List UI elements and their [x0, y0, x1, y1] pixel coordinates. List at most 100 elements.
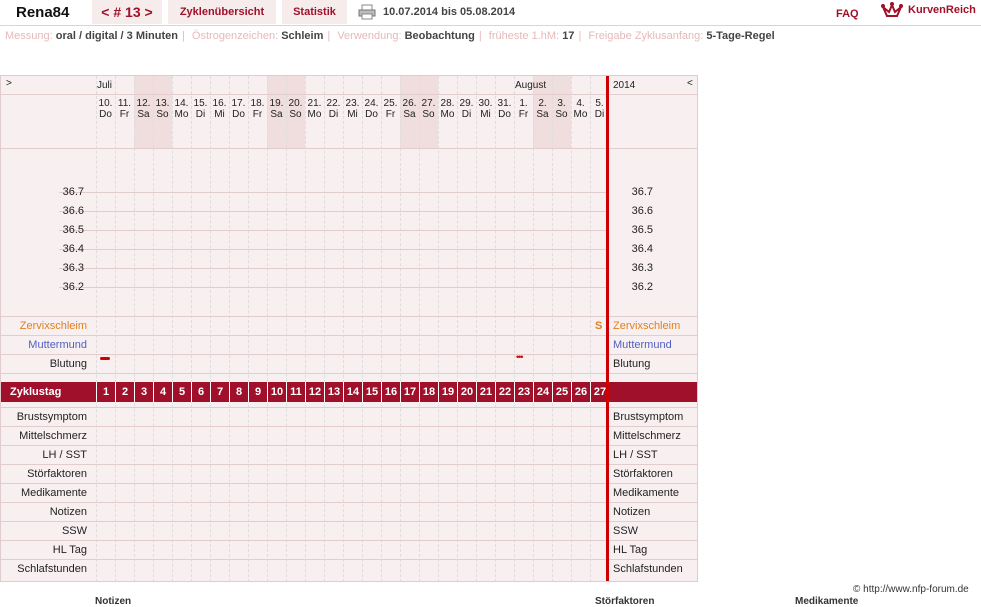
day-header[interactable]: 12. Sa — [134, 98, 153, 120]
cycle-day-cell[interactable]: 10 — [267, 382, 286, 402]
cycle-day-cell[interactable]: 19 — [438, 382, 457, 402]
cycle-day-cell[interactable]: 12 — [305, 382, 324, 402]
day-header[interactable]: 15. Di — [191, 98, 210, 120]
temperature-label: 36.2 — [62, 281, 84, 293]
day-header[interactable]: 28. Mo — [438, 98, 457, 120]
info-key: Östrogenzeichen: — [191, 30, 279, 42]
row-divider — [1, 502, 697, 503]
faq-link[interactable]: FAQ — [836, 8, 859, 20]
temperature-gridline — [59, 211, 609, 212]
cycle-day-cell[interactable]: 1 — [96, 382, 115, 402]
day-header[interactable]: 24. Do — [362, 98, 381, 120]
tab-statistics[interactable]: Statistik — [282, 0, 347, 24]
cycle-day-cell[interactable]: 14 — [343, 382, 362, 402]
day-header[interactable]: 10. Do — [96, 98, 115, 120]
cycle-day-cell[interactable]: 2 — [115, 382, 134, 402]
temperature-label-right: 36.7 — [631, 186, 653, 198]
cycle-day-cell[interactable]: 5 — [172, 382, 191, 402]
day-header[interactable]: 22. Di — [324, 98, 343, 120]
day-header[interactable]: 31. Do — [495, 98, 514, 120]
tab-cycle-overview[interactable]: Zyklenübersicht — [168, 0, 276, 24]
bleeding-marker-heavy[interactable] — [100, 357, 110, 360]
day-header[interactable]: 29. Di — [457, 98, 476, 120]
cycle-day-cell[interactable]: 22 — [495, 382, 514, 402]
chart-nav-left[interactable]: > — [6, 78, 12, 89]
cycle-day-cell[interactable]: 18 — [419, 382, 438, 402]
row-divider — [1, 540, 697, 541]
day-header[interactable]: 30. Mi — [476, 98, 495, 120]
crown-logo-icon[interactable] — [880, 2, 904, 20]
day-header[interactable]: 18. Fr — [248, 98, 267, 120]
cycle-day-cell[interactable]: 8 — [229, 382, 248, 402]
day-column — [571, 76, 590, 581]
row-label-right: Schlafstunden — [613, 563, 683, 575]
day-header[interactable]: 13. So — [153, 98, 172, 120]
info-value: oral / digital / 3 Minuten — [55, 30, 178, 42]
cycle-navigator[interactable]: < # 13 > — [92, 0, 162, 24]
cycle-day-cell[interactable]: 23 — [514, 382, 533, 402]
row-label-right: SSW — [613, 525, 639, 537]
day-header[interactable]: 14. Mo — [172, 98, 191, 120]
day-column — [305, 76, 324, 581]
cycle-day-cell[interactable]: 11 — [286, 382, 305, 402]
bleeding-marker-spotting[interactable]: ••• — [516, 352, 524, 362]
day-column — [210, 76, 229, 581]
row-label-right: Mittelschmerz — [613, 430, 681, 442]
row-divider — [1, 521, 697, 522]
cycle-day-cell[interactable]: 15 — [362, 382, 381, 402]
day-column — [362, 76, 381, 581]
footer-credit: © http://www.nfp-forum.de — [853, 584, 969, 595]
day-column-line — [533, 148, 552, 581]
mucus-marker[interactable]: S — [595, 320, 602, 332]
info-value: 5-Tage-Regel — [706, 30, 775, 42]
top-bar: Rena84 < # 13 > Zyklenübersicht Statisti… — [0, 0, 981, 26]
bottom-label-notizen: Notizen — [95, 596, 132, 607]
cycle-day-cell[interactable]: 21 — [476, 382, 495, 402]
day-header[interactable]: 26. Sa — [400, 98, 419, 120]
row-label-zervixschleim-right: Zervixschleim — [613, 320, 681, 332]
cycle-day-cell[interactable]: 3 — [134, 382, 153, 402]
temperature-label: 36.3 — [62, 262, 84, 274]
logo-text[interactable]: KurvenReich — [908, 4, 976, 16]
day-header[interactable]: 27. So — [419, 98, 438, 120]
day-column — [248, 76, 267, 581]
cycle-day-cell[interactable]: 17 — [400, 382, 419, 402]
day-column — [96, 76, 115, 581]
day-header[interactable]: 2. Sa — [533, 98, 552, 120]
cycle-day-cell[interactable]: 7 — [210, 382, 229, 402]
day-header[interactable]: 23. Mi — [343, 98, 362, 120]
chart-nav-right[interactable]: < — [687, 78, 693, 89]
day-header[interactable]: 4. Mo — [571, 98, 590, 120]
info-key: Freigabe Zyklusanfang: — [588, 30, 704, 42]
cycle-day-cell[interactable]: 6 — [191, 382, 210, 402]
today-marker-line — [606, 76, 609, 581]
day-header[interactable]: 1. Fr — [514, 98, 533, 120]
cycle-day-cell[interactable]: 26 — [571, 382, 590, 402]
cycle-day-cell[interactable]: 25 — [552, 382, 571, 402]
day-header[interactable]: 16. Mi — [210, 98, 229, 120]
month-label-july: Juli — [97, 80, 113, 91]
cycle-day-cell[interactable]: 13 — [324, 382, 343, 402]
day-column — [229, 76, 248, 581]
day-header[interactable]: 17. Do — [229, 98, 248, 120]
day-header[interactable]: 21. Mo — [305, 98, 324, 120]
day-column — [343, 76, 362, 581]
day-header[interactable]: 19. Sa — [267, 98, 286, 120]
row-divider — [1, 445, 697, 446]
cycle-day-cell[interactable]: 9 — [248, 382, 267, 402]
cycle-day-row: Zyklustag 1 2 3 4 5 6 7 8 9 10 11 12 13 14 15 16 17 18 19 2… — [1, 382, 697, 402]
cycle-day-cell[interactable]: 4 — [153, 382, 172, 402]
cycle-day-cell[interactable]: 24 — [533, 382, 552, 402]
temperature-label-right: 36.2 — [631, 281, 653, 293]
cycle-day-cell[interactable]: 16 — [381, 382, 400, 402]
temperature-label: 36.4 — [62, 243, 84, 255]
printer-icon[interactable] — [358, 4, 376, 20]
row-divider — [1, 483, 697, 484]
day-header[interactable]: 11. Fr — [115, 98, 134, 120]
row-label-right: LH / SST — [613, 449, 658, 461]
cycle-day-cell[interactable]: 20 — [457, 382, 476, 402]
day-column — [381, 76, 400, 581]
day-header[interactable]: 3. So — [552, 98, 571, 120]
day-header[interactable]: 25. Fr — [381, 98, 400, 120]
day-header[interactable]: 20. So — [286, 98, 305, 120]
